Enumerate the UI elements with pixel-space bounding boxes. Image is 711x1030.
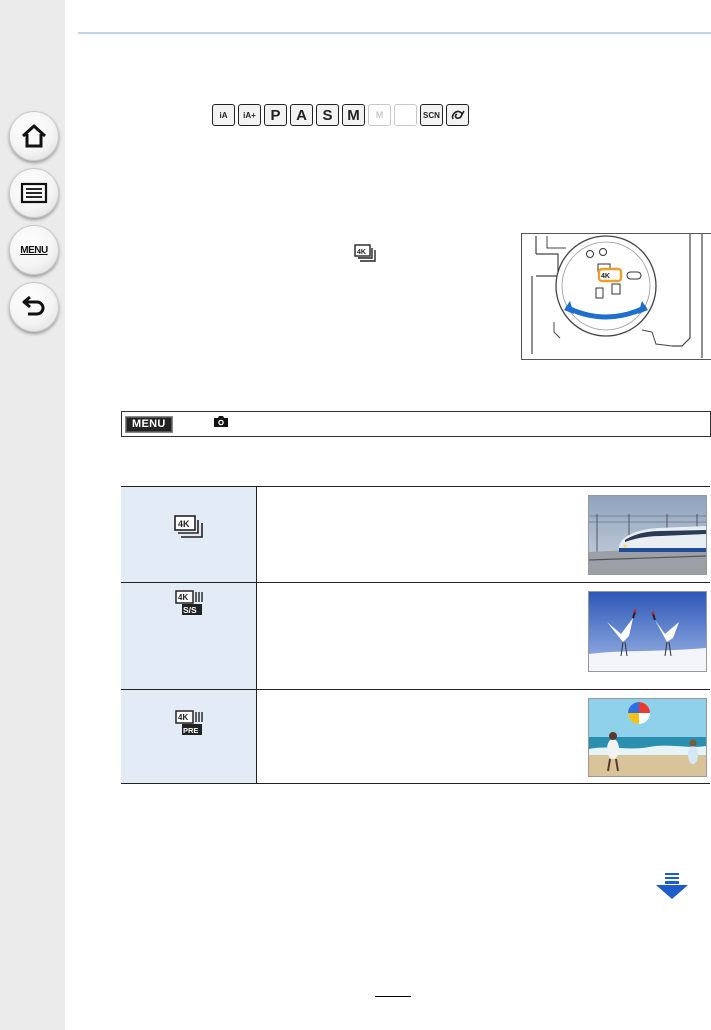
camera-icon <box>213 415 229 433</box>
next-page-arrow-icon[interactable] <box>655 873 689 904</box>
mode-ia-icon: iA <box>212 104 235 126</box>
table-row: 4K PRE <box>121 689 710 784</box>
applicable-modes: iA iA+ P A S M M SCN <box>212 104 469 126</box>
back-arrow-icon <box>22 295 45 316</box>
svg-text:4K: 4K <box>178 593 188 602</box>
4k-burst-icon: 4K <box>121 487 256 539</box>
mode-m-icon: M <box>342 104 365 126</box>
page-number-rule <box>375 996 411 997</box>
menu-badge: MENU <box>125 415 173 433</box>
svg-text:PRE: PRE <box>183 726 198 735</box>
4k-burst-start-stop-icon: 4K S/S <box>121 583 256 616</box>
menu-path-bar: MENU <box>121 411 711 437</box>
back-button[interactable] <box>9 282 59 332</box>
svg-text:4K: 4K <box>357 249 366 256</box>
bullet-train-photo <box>588 495 707 575</box>
home-button[interactable] <box>9 111 59 161</box>
contents-button[interactable] <box>9 168 59 218</box>
4k-pre-burst-icon: 4K PRE <box>121 690 256 736</box>
4k-burst-inline-icon: 4K <box>354 244 376 267</box>
mode-creative-video-icon: M <box>368 104 391 126</box>
mode-creative-control-icon <box>446 104 469 126</box>
cranes-photo <box>588 591 707 672</box>
menu-icon: MENU <box>20 244 48 256</box>
mode-scn-icon: SCN <box>420 104 443 126</box>
svg-text:4K: 4K <box>601 273 610 280</box>
beach-ball-photo <box>588 698 707 777</box>
4k-photo-options-table: 4K 4K S/S 4K PRE <box>121 486 710 784</box>
drive-dial-illustration: 4K <box>521 233 711 360</box>
list-icon <box>20 182 48 204</box>
menu-button[interactable]: MENU <box>9 225 59 275</box>
mode-ia-plus-icon: iA+ <box>238 104 261 126</box>
mode-s-icon: S <box>316 104 339 126</box>
svg-text:4K: 4K <box>178 713 188 722</box>
table-row: 4K S/S <box>121 582 710 690</box>
table-row: 4K <box>121 486 710 583</box>
sidebar: MENU <box>0 0 65 1030</box>
svg-text:4K: 4K <box>178 519 190 529</box>
svg-text:S/S: S/S <box>183 605 197 615</box>
home-icon <box>21 124 47 148</box>
header-rule <box>78 32 711 34</box>
mode-a-icon: A <box>290 104 313 126</box>
mode-custom-icon <box>394 104 417 126</box>
mode-p-icon: P <box>264 104 287 126</box>
